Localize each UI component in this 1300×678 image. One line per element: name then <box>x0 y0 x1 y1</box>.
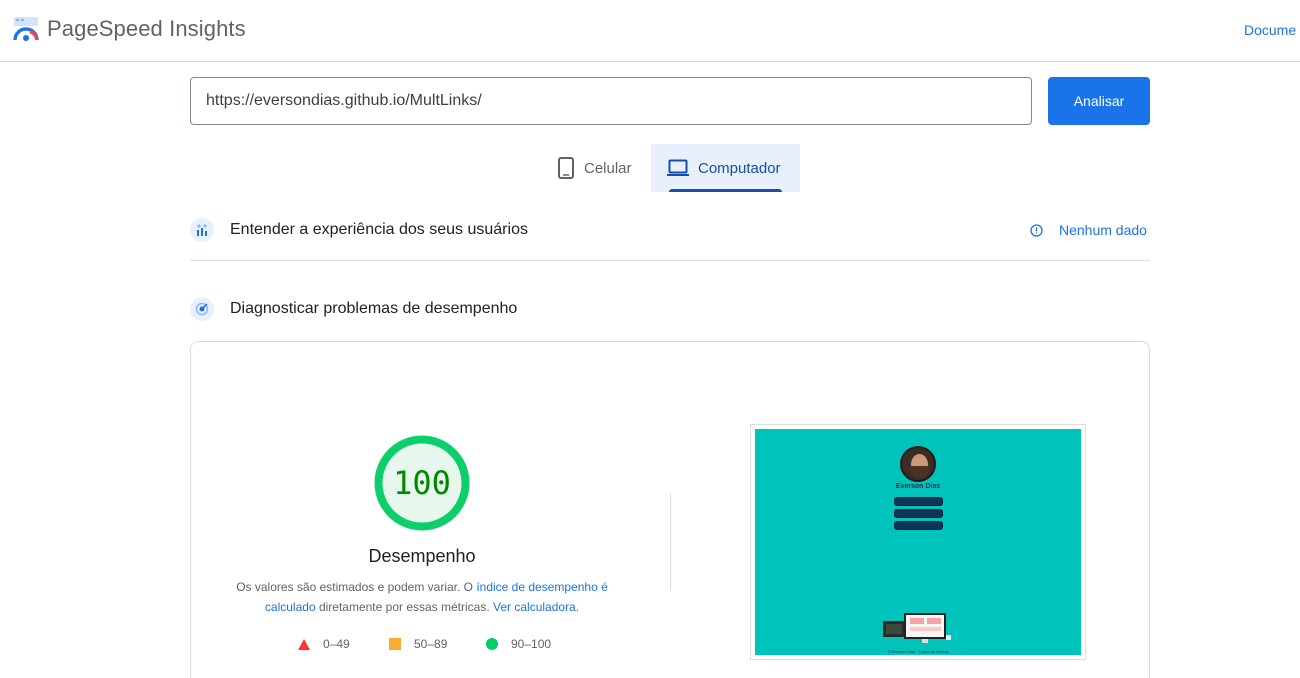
monitor-block <box>927 618 941 624</box>
performance-score: 100 <box>393 464 451 502</box>
thumbnail-monitor-illustration <box>904 613 946 639</box>
no-data-label: Nenhum dado <box>1059 222 1147 238</box>
tab-desktop[interactable]: Computador <box>651 144 800 192</box>
legend-range: 0–49 <box>323 637 350 651</box>
triangle-icon <box>298 638 310 650</box>
monitor-stand <box>922 639 928 643</box>
legend-item-average: 50–89 <box>389 637 447 651</box>
app-title: PageSpeed Insights <box>47 16 246 41</box>
diagnose-section-header: Diagnosticar problemas de desempenho <box>190 297 517 321</box>
monitor-block <box>910 618 924 624</box>
info-icon <box>1030 223 1043 237</box>
thumbnail-link-button <box>894 497 943 506</box>
documentation-link[interactable]: Docume <box>1244 22 1296 38</box>
page-screenshot[interactable]: Everson Dias © Everson Dias · Todos os d… <box>755 429 1081 655</box>
performance-label: Desempenho <box>368 546 476 566</box>
profile-avatar <box>900 446 936 482</box>
experience-title: Entender a experiência dos seus usuários <box>230 221 528 238</box>
active-tab-indicator <box>669 189 782 192</box>
thumbnail-link-button <box>894 521 943 530</box>
tab-mobile-label: Celular <box>584 159 632 177</box>
legend-range: 90–100 <box>511 637 552 651</box>
thumbnail-footer: © Everson Dias · Todos os direitos <box>887 649 949 654</box>
url-input[interactable] <box>190 77 1032 125</box>
section-divider <box>190 260 1150 261</box>
circle-icon <box>486 638 498 650</box>
tab-desktop-label: Computador <box>698 159 781 177</box>
note-text-middle: diretamente por essas métricas. <box>315 600 494 614</box>
brand[interactable]: PageSpeed Insights <box>13 16 246 42</box>
users-chart-icon <box>190 218 214 242</box>
lighthouse-icon <box>190 297 214 321</box>
thumbnail-laptop-illustration <box>883 621 905 637</box>
smartphone-icon <box>557 157 575 179</box>
avatar-beard <box>910 466 929 478</box>
legend-item-pass: 90–100 <box>486 637 551 651</box>
laptop-screen <box>886 624 902 634</box>
note-text: Os valores são estimados e podem variar.… <box>236 580 477 594</box>
monitor-block <box>910 627 941 631</box>
analyze-button[interactable]: Analisar <box>1048 77 1150 125</box>
experience-section-header: Entender a experiência dos seus usuários <box>190 218 528 242</box>
no-data-link[interactable]: Nenhum dado <box>1030 222 1147 238</box>
diagnose-title: Diagnosticar problemas de desempenho <box>230 300 518 317</box>
thumbnail-cup <box>946 635 951 640</box>
legend-item-fail: 0–49 <box>298 637 350 651</box>
thumbnail-link-button <box>894 509 943 518</box>
square-icon <box>389 638 401 650</box>
vertical-separator <box>670 493 671 591</box>
performance-note: Os valores são estimados e podem variar.… <box>226 577 618 617</box>
legend-range: 50–89 <box>414 637 448 651</box>
thumbnail-profile-name: Everson Dias <box>895 483 941 490</box>
laptop-icon <box>667 159 689 177</box>
top-app-bar: PageSpeed Insights Docume <box>0 0 1300 62</box>
calculator-link[interactable]: Ver calculadora. <box>493 600 579 614</box>
tab-mobile[interactable]: Celular <box>541 144 651 192</box>
pagespeed-logo-icon <box>13 16 39 42</box>
